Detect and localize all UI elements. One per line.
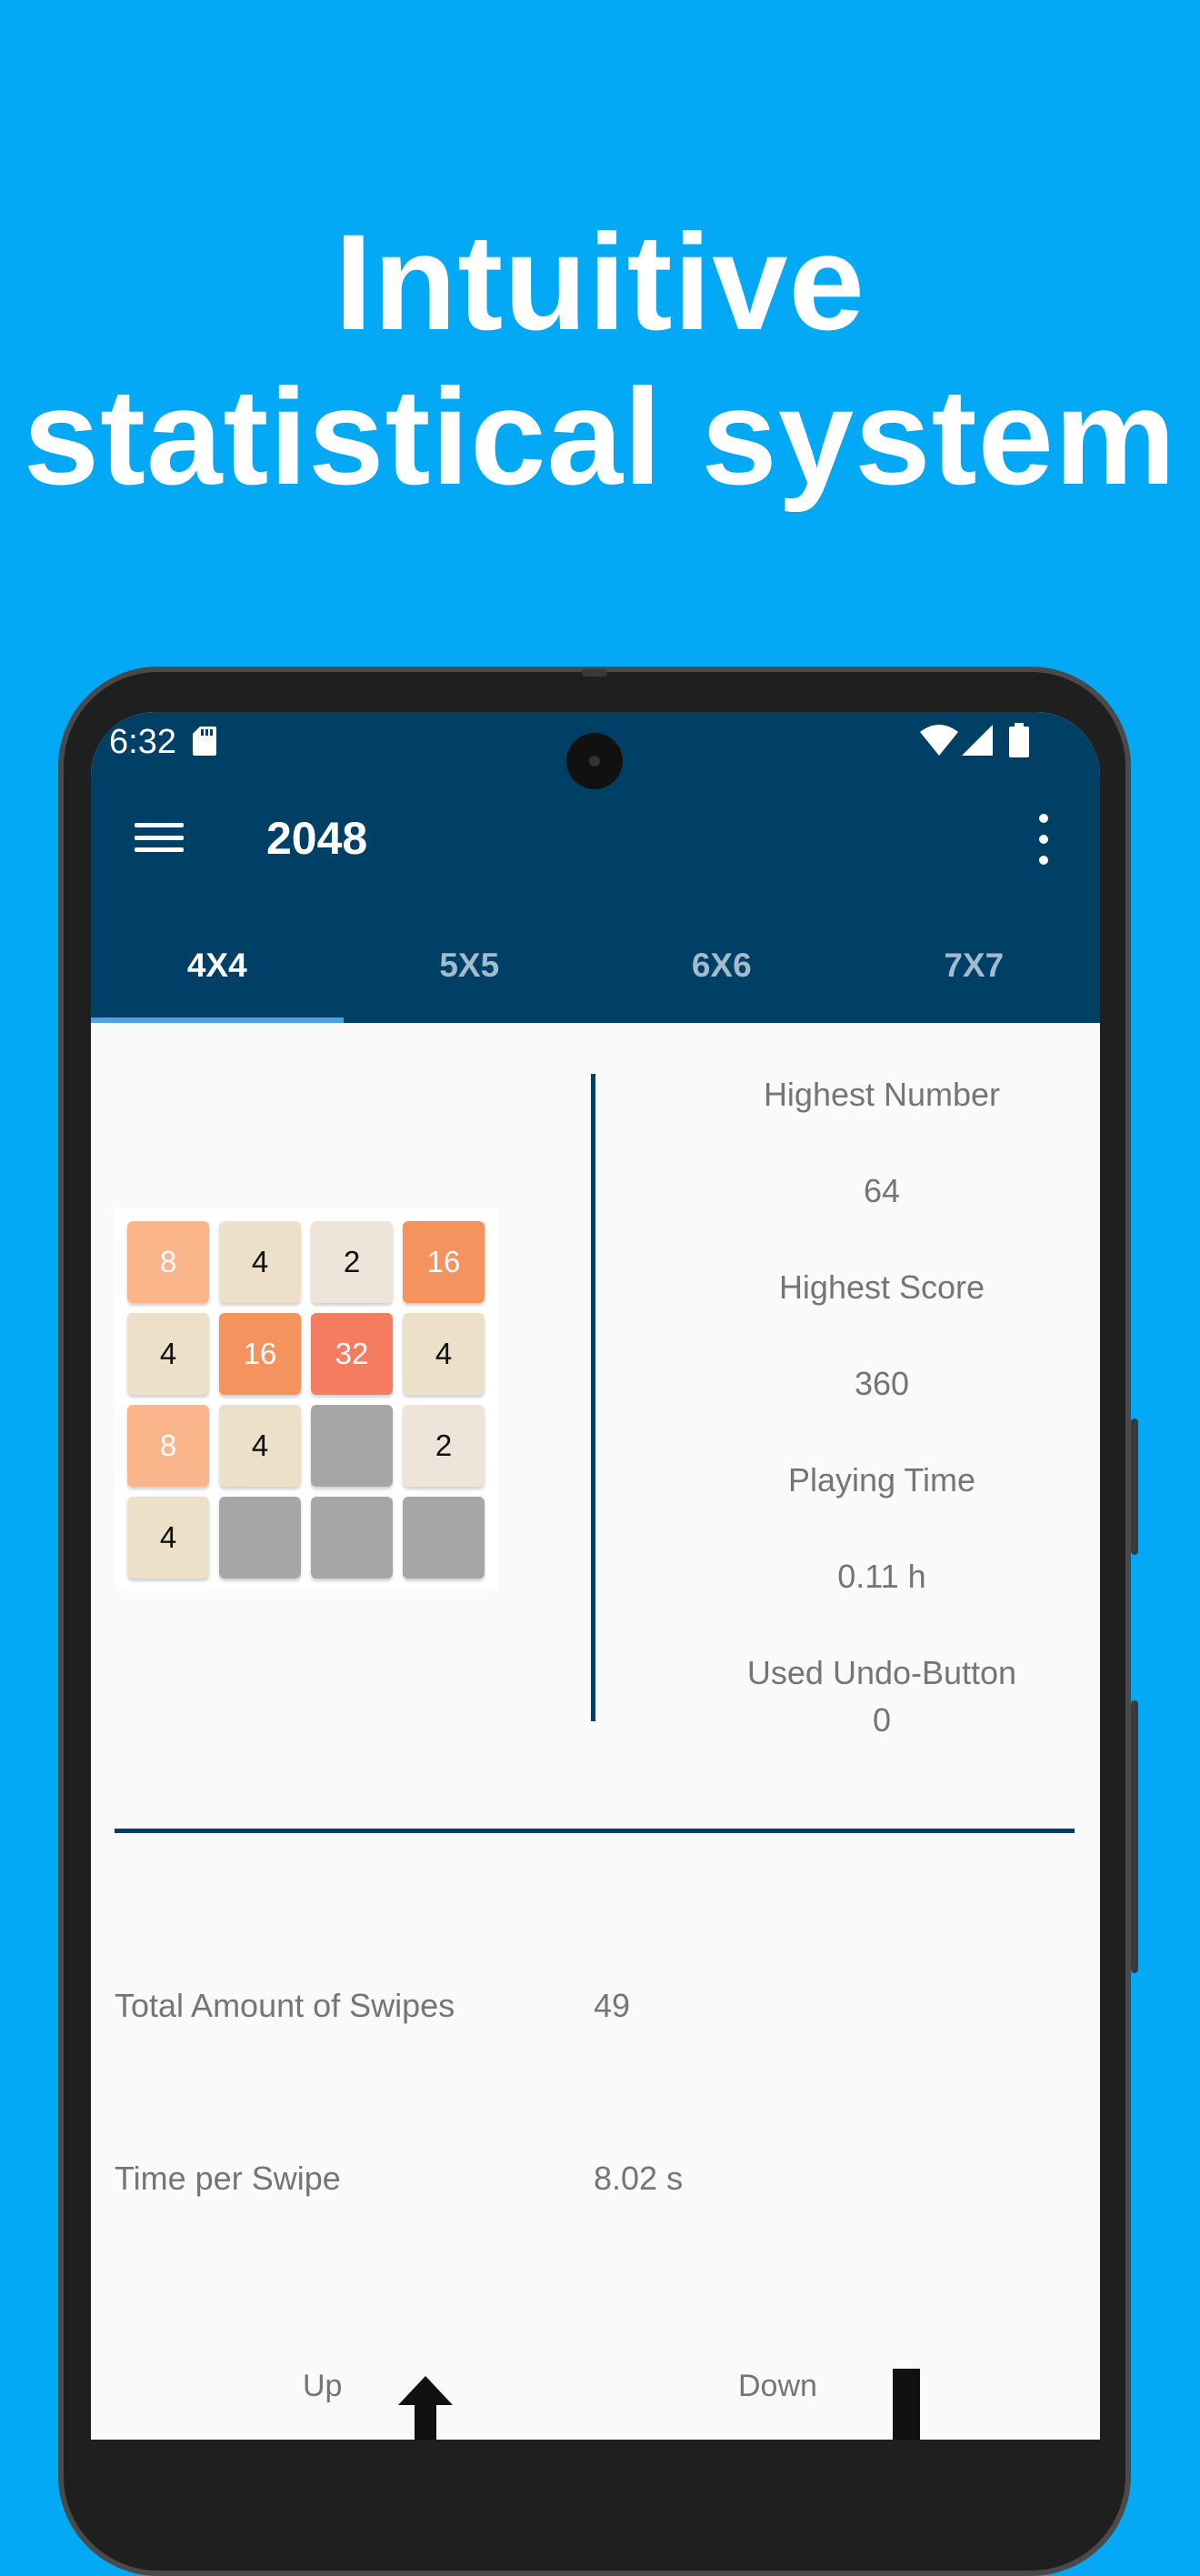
signal-icon (962, 725, 993, 756)
arrow-up-icon (398, 2376, 453, 2440)
horizontal-divider (115, 1829, 1075, 1833)
highest-number-label: Highest Number (763, 1076, 1001, 1113)
board-tile: 8 (127, 1405, 209, 1487)
board-tile: 32 (311, 1313, 393, 1395)
app-title: 2048 (266, 813, 368, 864)
more-vert-icon[interactable] (1036, 814, 1051, 865)
phone-screen: 6:32 2048 4X4 5X5 6X6 7X7 8 4 2 16 4 16 … (91, 712, 1100, 2440)
highest-number-value: 64 (863, 1172, 901, 1209)
board-tile: 2 (311, 1221, 393, 1303)
board-tile: 4 (127, 1313, 209, 1395)
highest-score-value: 360 (854, 1365, 910, 1402)
headline-line-2: statistical system (23, 360, 1177, 513)
total-swipes-label: Total Amount of Swipes (115, 1987, 455, 2024)
arrow-down-icon (893, 2369, 920, 2440)
board-tile (403, 1497, 485, 1579)
sd-card-icon (193, 727, 216, 756)
board-tile: 8 (127, 1221, 209, 1303)
board-tile: 4 (403, 1313, 485, 1395)
phone-side-button (1131, 1418, 1138, 1555)
front-camera (566, 733, 623, 789)
size-tabs: 4X4 5X5 6X6 7X7 (91, 937, 1100, 1023)
status-bar: 6:32 (91, 712, 1100, 789)
swipe-down-label: Down (738, 2369, 817, 2403)
time-per-swipe-value: 8.02 s (594, 2160, 684, 2197)
battery-icon (1009, 723, 1029, 757)
phone-top-speaker (582, 669, 607, 677)
board-tile: 2 (403, 1405, 485, 1487)
toolbar: 2048 (91, 794, 1100, 894)
status-time: 6:32 (109, 723, 176, 761)
game-board-preview: 8 4 2 16 4 16 32 4 8 4 2 4 (115, 1208, 498, 1590)
vertical-divider (591, 1074, 595, 1721)
board-tile (311, 1405, 393, 1487)
tab-4x4[interactable]: 4X4 (91, 937, 344, 1023)
undo-value: 0 (872, 1701, 892, 1739)
board-tile (311, 1497, 393, 1579)
board-tile: 4 (127, 1497, 209, 1579)
board-tile: 16 (403, 1221, 485, 1303)
board-tile (219, 1497, 301, 1579)
time-per-swipe-label: Time per Swipe (115, 2160, 341, 2197)
swipe-up-label: Up (303, 2369, 343, 2403)
tab-7x7[interactable]: 7X7 (848, 937, 1101, 1023)
tab-6x6[interactable]: 6X6 (595, 937, 848, 1023)
undo-label: Used Undo-Button (746, 1654, 1017, 1691)
wifi-icon (920, 725, 958, 756)
headline: Intuitive statistical system (0, 205, 1200, 514)
hamburger-menu-icon[interactable] (135, 814, 184, 861)
app-bar: 6:32 2048 4X4 5X5 6X6 7X7 (91, 712, 1100, 1023)
tab-5x5[interactable]: 5X5 (344, 937, 596, 1023)
highest-score-label: Highest Score (778, 1268, 985, 1306)
board-tile: 4 (219, 1221, 301, 1303)
headline-line-1: Intuitive (334, 205, 866, 358)
playing-time-label: Playing Time (787, 1461, 976, 1498)
board-tile: 4 (219, 1405, 301, 1487)
phone-side-button (1131, 1700, 1138, 1973)
board-tile: 16 (219, 1313, 301, 1395)
total-swipes-value: 49 (594, 1987, 631, 2024)
playing-time-value: 0.11 h (837, 1558, 926, 1595)
